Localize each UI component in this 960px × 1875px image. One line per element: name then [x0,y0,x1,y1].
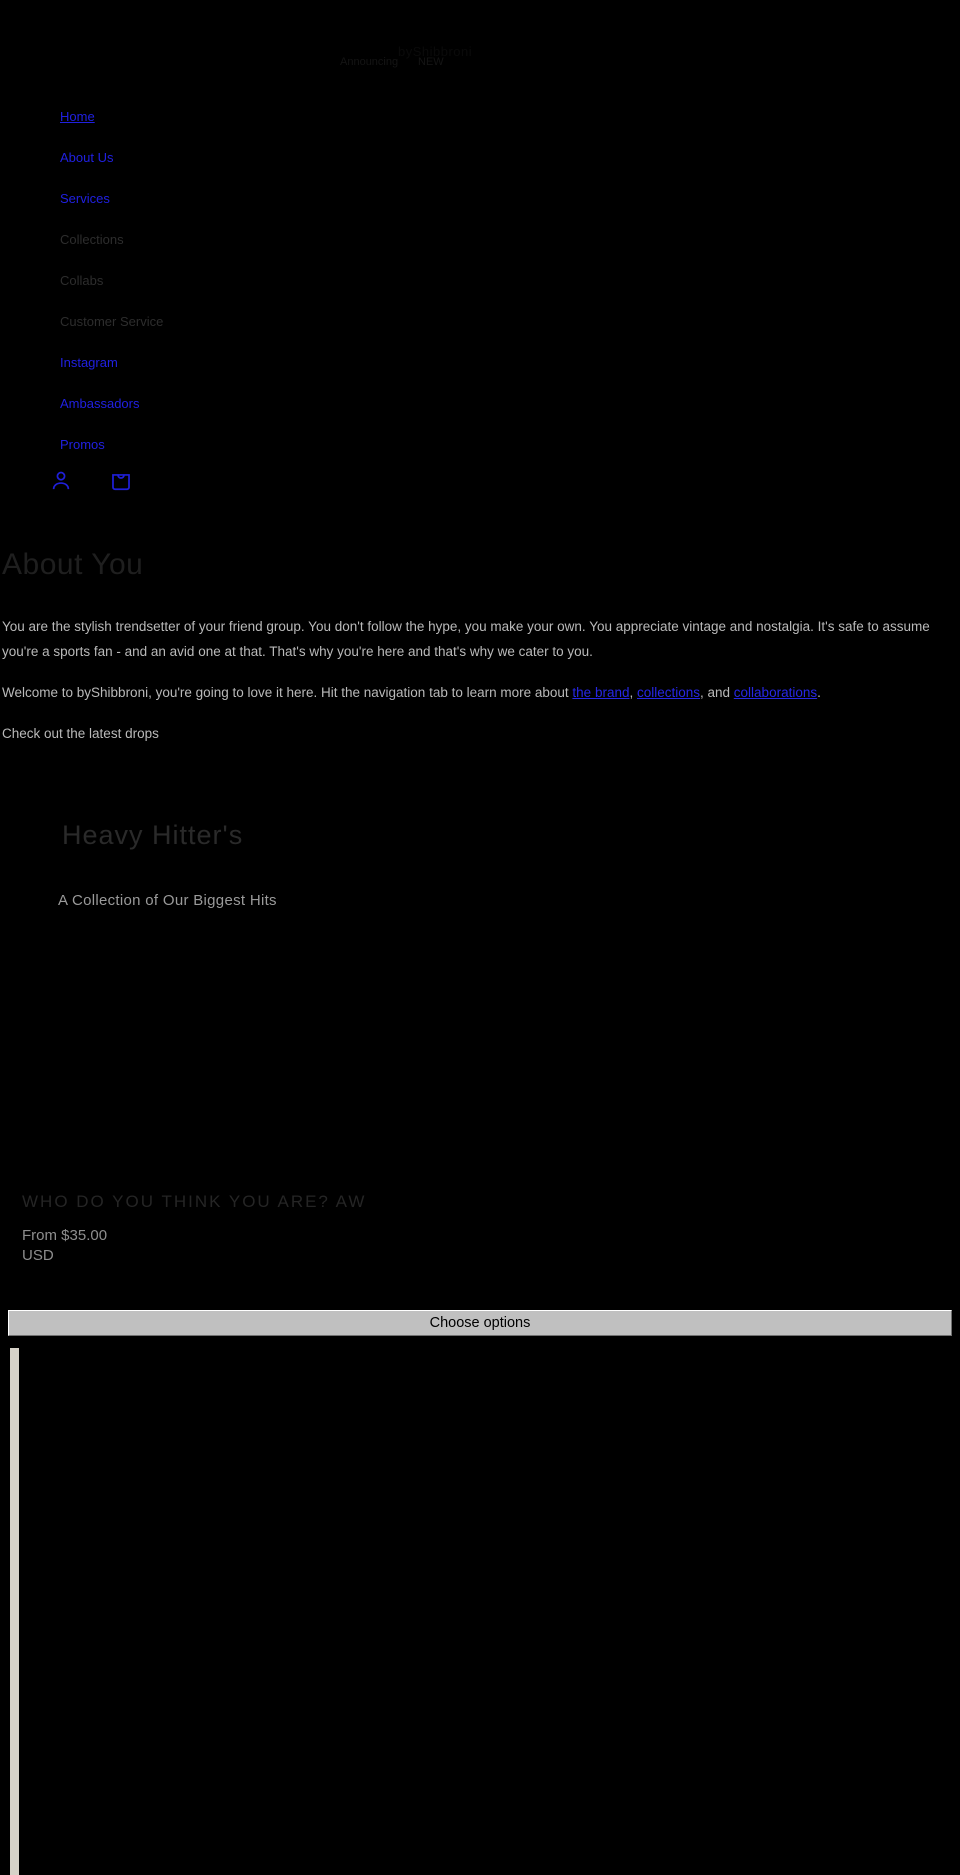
nav-link-promos[interactable]: Promos [60,437,105,452]
nav-link-services[interactable]: Services [60,191,110,206]
about-paragraph-2: Welcome to byShibbroni, you're going to … [2,681,958,706]
nav-link-instagram[interactable]: Instagram [60,355,118,370]
nav-item-collabs[interactable]: Collabs [0,260,400,301]
site-header: Announcing NEW byShibbroni [0,0,960,92]
nav-link-about-us[interactable]: About Us [60,150,113,165]
nav-item-services[interactable]: Services [0,178,400,219]
about-sep-1: , [629,684,637,700]
header-icon-row [46,466,136,496]
nav-item-ambassadors[interactable]: Ambassadors [0,383,400,424]
product-title[interactable]: WHO DO YOU THINK YOU ARE? AW [22,1192,366,1212]
cart-icon[interactable] [106,466,136,496]
announcement-bar-left: Announcing [340,56,399,68]
vertical-scroll-rail[interactable] [10,1348,19,1875]
latest-drops-text: Check out the latest drops [2,725,159,741]
page-title: About You [2,548,144,581]
collection-title: Heavy Hitter's [62,820,244,850]
product-price: From $35.00 USD [22,1227,108,1265]
product-media-region [8,1344,952,1875]
nav-link-home[interactable]: Home [60,109,95,124]
nav-item-customer-service[interactable]: Customer Service [0,301,400,342]
collection-subtitle: A Collection of Our Biggest Hits [58,892,277,909]
about-paragraph-2-end: . [817,684,821,700]
choose-options-button[interactable]: Choose options [8,1310,952,1336]
brand-logo[interactable]: byShibbroni [398,44,472,59]
about-section: About You You are the stylish trendsette… [0,548,960,747]
nav-link-collabs[interactable]: Collabs [60,273,103,288]
about-paragraph-1: You are the stylish trendsetter of your … [2,619,930,659]
link-the-brand[interactable]: the brand [572,685,629,700]
about-sep-2: , and [700,684,734,700]
account-icon[interactable] [46,466,76,496]
nav-item-home[interactable]: Home [0,96,400,137]
nav-link-collections[interactable]: Collections [60,232,124,247]
nav-item-promos[interactable]: Promos [0,424,400,465]
nav-link-ambassadors[interactable]: Ambassadors [60,396,139,411]
about-paragraph-2-pre: Welcome to byShibbroni, you're going to … [2,684,573,700]
nav-item-about-us[interactable]: About Us [0,137,400,178]
nav-item-instagram[interactable]: Instagram [0,342,400,383]
link-collections[interactable]: collections [637,685,700,700]
nav-item-collections[interactable]: Collections [0,219,400,260]
link-collaborations[interactable]: collaborations [734,685,817,700]
main-navigation: Home About Us Services Collections Colla… [0,96,400,465]
nav-link-customer-service[interactable]: Customer Service [60,314,163,329]
